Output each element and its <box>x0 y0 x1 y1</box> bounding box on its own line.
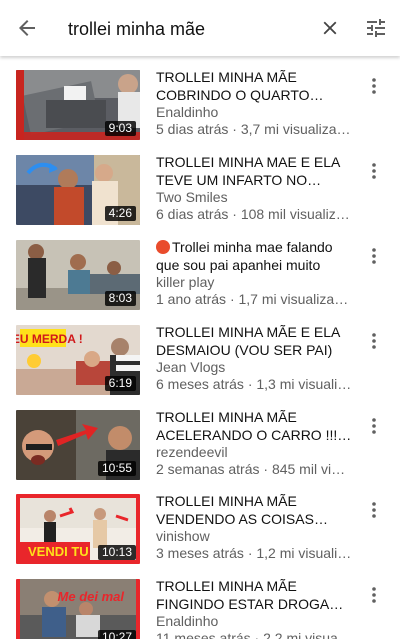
video-title: TROLLEI MINHA MÃE COBRINDO O QUARTO INTE… <box>156 69 310 103</box>
video-meta: 2 semanas atrás · 845 mil visua… <box>156 461 352 477</box>
video-result[interactable]: 4:26 TROLLEI MINHA MAE E ELA TEVE UM INF… <box>0 153 400 239</box>
more-vert-icon <box>372 78 376 94</box>
red-circle-emoji <box>156 240 170 254</box>
video-thumbnail[interactable]: DEU MERDA ! 6:19 <box>16 325 140 395</box>
video-info: TROLLEI MINHA MÃE E ELA DESMAIOU (VOU SE… <box>156 323 352 393</box>
video-title: TROLLEI MINHA MÃE ACELERANDO O CARRO !!!… <box>156 409 346 443</box>
video-meta: 11 meses atrás · 2,2 mi visualiz… <box>156 630 352 639</box>
video-title: TROLLEI MINHA MÃE FINGINDO ESTAR DROGADO… <box>156 578 351 612</box>
more-vert-icon <box>372 587 376 603</box>
video-info: TROLLEI MINHA MÃE COBRINDO O QUARTO INTE… <box>156 68 352 138</box>
video-result[interactable]: DEU MERDA ! 6:19 TROLLEI MINHA MÃE E ELA… <box>0 323 400 409</box>
channel-name: vinishow <box>156 528 210 544</box>
video-meta: 5 dias atrás · 3,7 mi visualiza… <box>156 121 351 137</box>
more-options-button[interactable] <box>362 329 386 353</box>
channel-name: rezendeevil <box>156 444 228 460</box>
channel-name: Two Smiles <box>156 189 228 205</box>
video-title: TROLLEI MINHA MÃE E ELA DESMAIOU (VOU SE… <box>156 324 340 358</box>
video-meta: 1 ano atrás · 1,7 mi visualizaçõ… <box>156 291 352 307</box>
search-results-list: 9:03 TROLLEI MINHA MÃE COBRINDO O QUARTO… <box>0 56 400 639</box>
video-info: TROLLEI MINHA MÃE FINGINDO ESTAR DROGADO… <box>156 577 352 639</box>
video-result[interactable]: VENDI TU 10:13 TROLLEI MINHA MÃE VENDEND… <box>0 492 400 578</box>
more-options-button[interactable] <box>362 159 386 183</box>
channel-name: Jean Vlogs <box>156 359 226 375</box>
duration-badge: 4:26 <box>104 206 136 221</box>
more-options-button[interactable] <box>362 498 386 522</box>
video-result[interactable]: 8:03 Trollei minha mae falando que sou p… <box>0 238 400 324</box>
video-result[interactable]: Me dei mal 10:27 TROLLEI MINHA MÃE FINGI… <box>0 577 400 639</box>
duration-badge: 8:03 <box>104 291 136 306</box>
video-thumbnail[interactable]: 10:55 <box>16 410 140 480</box>
filter-sliders-icon <box>367 19 385 37</box>
duration-badge: 10:27 <box>97 630 136 639</box>
more-options-button[interactable] <box>362 583 386 607</box>
back-button[interactable] <box>0 0 54 56</box>
video-result[interactable]: 10:55 TROLLEI MINHA MÃE ACELERANDO O CAR… <box>0 408 400 494</box>
video-title: TROLLEI MINHA MAE E ELA TEVE UM INFARTO … <box>156 154 340 188</box>
video-title-text: Trollei minha mae falando que sou pai ap… <box>156 239 333 273</box>
arrow-left-icon <box>19 20 35 36</box>
video-info: Trollei minha mae falando que sou pai ap… <box>156 238 352 308</box>
video-thumbnail[interactable]: 9:03 <box>16 70 140 140</box>
duration-badge: 10:13 <box>97 545 136 560</box>
video-info: TROLLEI MINHA MAE E ELA TEVE UM INFARTO … <box>156 153 352 223</box>
duration-badge: 10:55 <box>97 461 136 476</box>
video-result[interactable]: 9:03 TROLLEI MINHA MÃE COBRINDO O QUARTO… <box>0 68 400 154</box>
video-thumbnail[interactable]: Me dei mal 10:27 <box>16 579 140 639</box>
duration-badge: 6:19 <box>104 376 136 391</box>
more-vert-icon <box>372 163 376 179</box>
video-title: Trollei minha mae falando que sou pai ap… <box>156 238 352 274</box>
channel-name: Enaldinho <box>156 613 219 629</box>
video-title: TROLLEI MINHA MÃE VENDENDO AS COISAS DEL… <box>156 493 314 527</box>
more-vert-icon <box>372 418 376 434</box>
thumbnail-caption: DEU MERDA ! <box>16 332 83 346</box>
duration-badge: 9:03 <box>104 121 136 136</box>
clear-search-button[interactable] <box>308 0 352 56</box>
more-options-button[interactable] <box>362 414 386 438</box>
search-input[interactable]: trollei minha mãe <box>54 17 308 40</box>
video-info: TROLLEI MINHA MÃE ACELERANDO O CARRO !!!… <box>156 408 352 478</box>
video-thumbnail[interactable]: 4:26 <box>16 155 140 225</box>
video-info: TROLLEI MINHA MÃE VENDENDO AS COISAS DEL… <box>156 492 352 562</box>
channel-name: killer play <box>156 274 215 290</box>
more-vert-icon <box>372 333 376 349</box>
channel-name: Enaldinho <box>156 104 219 120</box>
search-header: trollei minha mãe <box>0 0 400 56</box>
video-thumbnail[interactable]: VENDI TU 10:13 <box>16 494 140 564</box>
video-thumbnail[interactable]: 8:03 <box>16 240 140 310</box>
more-vert-icon <box>372 248 376 264</box>
close-icon <box>323 21 337 35</box>
filter-button[interactable] <box>352 0 400 56</box>
thumbnail-caption: Me dei mal <box>58 589 125 604</box>
more-options-button[interactable] <box>362 244 386 268</box>
thumbnail-caption: VENDI TU <box>28 544 89 559</box>
video-meta: 6 meses atrás · 1,3 mi visualiz… <box>156 376 352 392</box>
more-options-button[interactable] <box>362 74 386 98</box>
more-vert-icon <box>372 502 376 518</box>
video-meta: 3 meses atrás · 1,2 mi visualiza… <box>156 545 352 561</box>
video-meta: 6 dias atrás · 108 mil visualiza… <box>156 206 352 222</box>
